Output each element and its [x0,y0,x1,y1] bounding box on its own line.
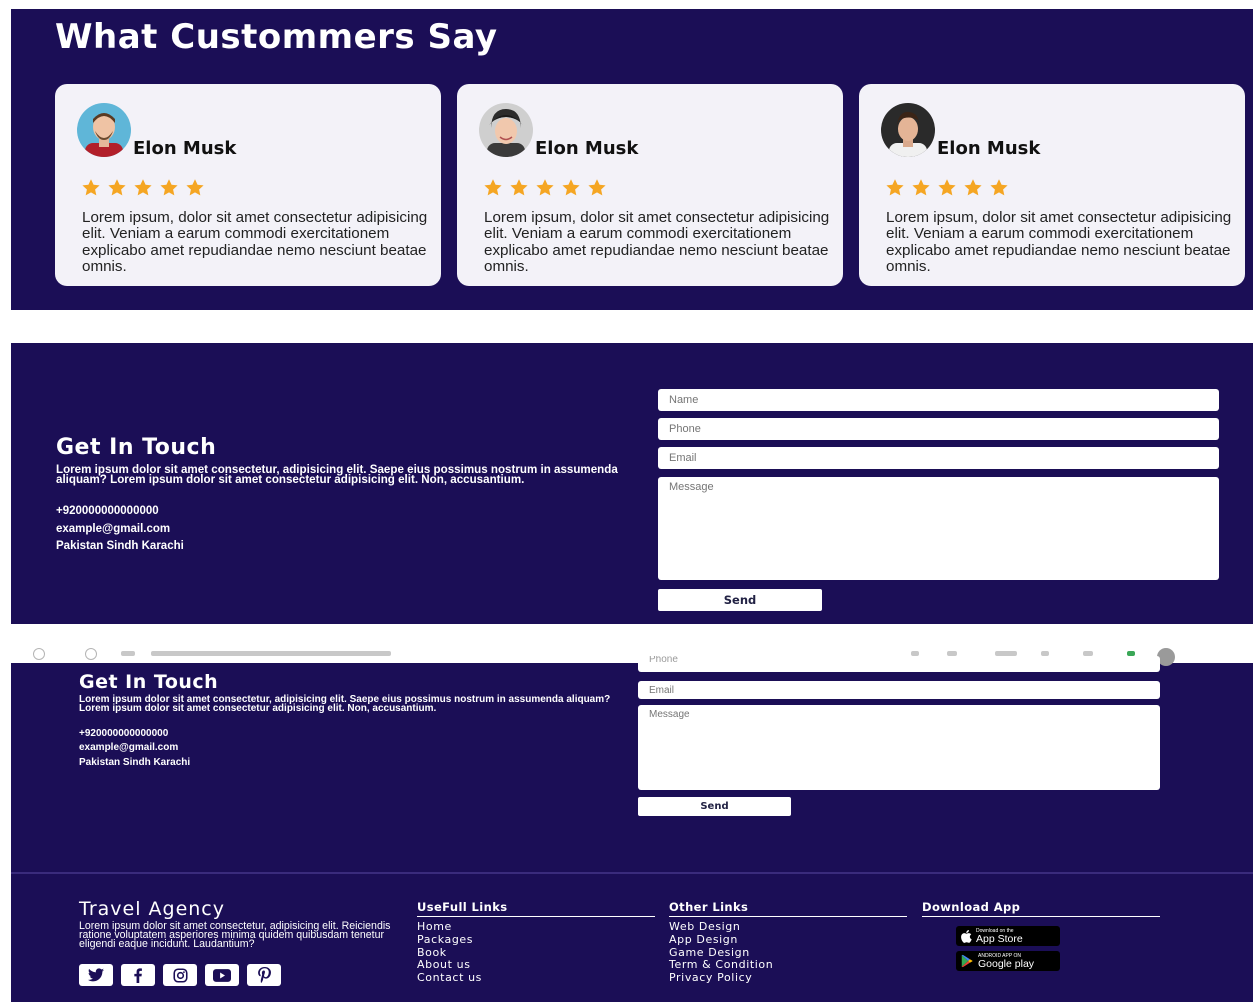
rating-stars [885,178,1009,198]
avatar-image [77,103,131,157]
star-icon [990,179,1008,196]
star-icon [134,179,152,196]
facebook-icon[interactable] [121,964,155,986]
contact-address: Pakistan Sindh Karachi [79,757,191,768]
footer-link-web-design[interactable]: Web Design [669,920,907,934]
app-store-big-text: App Store [976,932,1023,945]
contact-email: example@gmail.com [56,523,171,535]
send-button[interactable]: Send [638,797,791,816]
contact-phone: +920000000000000 [56,505,159,517]
star-icon [108,179,126,196]
browser-address-bar[interactable] [151,651,391,656]
contact-phone: +920000000000000 [79,728,169,739]
phone-field-clipped[interactable]: Phone [638,656,1160,672]
youtube-icon[interactable] [205,964,239,986]
reviewer-name: Elon Musk [133,138,237,159]
contact-title: Get In Touch [56,435,217,460]
apple-icon [961,929,972,943]
star-icon [588,179,606,196]
other-links-title: Other Links [669,900,907,917]
contact-address: Pakistan Sindh Karachi [56,540,184,552]
star-icon [938,179,956,196]
avatar-image [881,103,935,157]
browser-divider [121,651,135,656]
browser-back-icon[interactable] [33,648,45,660]
download-app-title: Download App [922,900,1160,917]
app-store-badge[interactable]: Download on the App Store [956,926,1060,946]
footer-divider [11,872,1253,874]
star-icon [484,179,502,196]
testimonial-text: Lorem ipsum, dolor sit amet consectetur … [484,209,830,276]
browser-reload-icon[interactable] [85,648,97,660]
avatar [479,103,533,157]
star-icon [160,179,178,196]
contact-title: Get In Touch [79,671,219,693]
email-field[interactable] [638,681,1160,699]
contact-description: Lorem ipsum dolor sit amet consectetur, … [56,463,618,486]
name-field[interactable] [658,389,1219,411]
star-icon [964,179,982,196]
footer-link-app-design[interactable]: App Design [669,933,907,947]
footer-link-packages[interactable]: Packages [417,933,655,947]
download-app-column: Download App [922,900,1160,917]
star-icon [912,179,930,196]
footer-link-privacy[interactable]: Privacy Policy [669,971,907,985]
other-links-column: Other Links Web Design App Design Game D… [669,900,907,985]
google-play-icon [961,954,973,968]
star-icon [82,179,100,196]
star-icon [886,179,904,196]
brand-name: Travel Agency [79,898,225,920]
reviewer-name: Elon Musk [535,138,639,159]
footer-link-contact[interactable]: Contact us [417,971,655,985]
star-icon [186,179,204,196]
star-icon [510,179,528,196]
send-button[interactable]: Send [658,589,822,611]
email-field[interactable] [658,447,1219,469]
google-play-badge[interactable]: ANDROID APP ON Google play [956,951,1060,971]
footer-section: Phone Get In Touch Lorem ipsum dolor sit… [11,634,1253,1002]
contact-email: example@gmail.com [79,742,179,753]
contact-description: Lorem ipsum dolor sit amet consectetur, … [79,694,611,714]
star-icon [536,179,554,196]
instagram-icon[interactable] [163,964,197,986]
section-title: What Custommers Say [55,17,498,57]
social-links [79,964,281,986]
message-field[interactable] [638,705,1160,790]
message-field[interactable] [658,477,1219,580]
testimonial-card: Elon Musk Lorem ipsum, dolor sit amet co… [55,84,441,286]
avatar [77,103,131,157]
reviewer-name: Elon Musk [937,138,1041,159]
testimonial-text: Lorem ipsum, dolor sit amet consectetur … [886,209,1232,276]
google-play-big-text: Google play [978,957,1035,970]
brand-description: Lorem ipsum dolor sit amet consectetur, … [79,920,391,950]
testimonial-card: Elon Musk Lorem ipsum, dolor sit amet co… [457,84,843,286]
testimonial-card: Elon Musk Lorem ipsum, dolor sit amet co… [859,84,1245,286]
footer-link-home[interactable]: Home [417,920,655,934]
rating-stars [81,178,205,198]
contact-section: Get In Touch Lorem ipsum dolor sit amet … [11,343,1253,624]
testimonials-section: What Custommers Say Elon Musk Lorem ipsu… [11,9,1253,310]
testimonial-text: Lorem ipsum, dolor sit amet consectetur … [82,209,428,276]
useful-links-title: UseFull Links [417,900,655,917]
avatar-image [479,103,533,157]
star-icon [562,179,580,196]
useful-links-column: UseFull Links Home Packages Book About u… [417,900,655,985]
pinterest-icon[interactable] [247,964,281,986]
twitter-icon[interactable] [79,964,113,986]
rating-stars [483,178,607,198]
phone-field[interactable] [658,418,1219,440]
avatar [881,103,935,157]
